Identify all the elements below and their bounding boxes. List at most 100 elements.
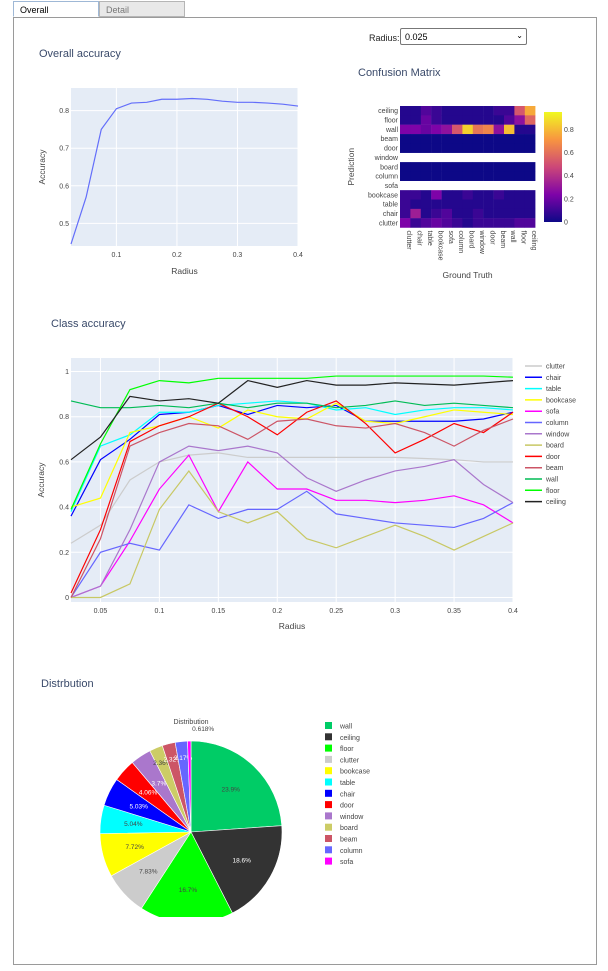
heatmap-cell (420, 199, 432, 210)
heatmap-cell (462, 162, 473, 172)
legend-item-floor[interactable]: floor (325, 744, 354, 754)
heatmap-cell (452, 171, 463, 181)
legend-item-board[interactable]: board (325, 823, 358, 833)
class-accuracy-chart: 0.05 0.1 0.15 0.2 0.25 0.3 0.35 0.4 0 0.2 0.4 0.6 0.… (36, 358, 576, 631)
legend-item-bookcase[interactable]: bookcase (325, 767, 370, 776)
confusion-matrix-title: Confusion Matrix (358, 67, 441, 79)
pie-title: Distribution (173, 719, 208, 726)
col-label: beam (499, 231, 506, 249)
heatmap-cell (493, 199, 505, 210)
legend-label: door (340, 803, 355, 810)
legend-item-board[interactable]: board (525, 443, 564, 450)
pie-slice-label: 18.6% (232, 858, 251, 865)
legend-item-column[interactable]: column (325, 846, 363, 855)
heatmap-cell (462, 143, 473, 153)
legend-item-ceiling[interactable]: ceiling (325, 733, 360, 742)
legend-item-chair[interactable]: chair (525, 375, 562, 382)
heatmap-cell (514, 171, 525, 181)
legend-item-column[interactable]: column (525, 420, 569, 427)
heatmap-cell (524, 199, 536, 210)
legend-item-beam[interactable]: beam (325, 835, 358, 844)
radius-label: Radius: (369, 33, 400, 43)
x-tick-label: 0.15 (212, 608, 226, 615)
heatmap-cell (504, 162, 515, 172)
legend-item-wall[interactable]: wall (525, 477, 559, 484)
heatmap-cell (483, 199, 494, 210)
heatmap-cell (410, 134, 421, 144)
legend-label: table (546, 386, 561, 393)
plot-area (71, 88, 298, 246)
heatmap-cell (493, 190, 505, 200)
heatmap-cell (420, 190, 432, 200)
legend-swatch (325, 789, 332, 797)
heatmap-cell (441, 162, 453, 172)
heatmap-cell (462, 208, 473, 219)
legend-item-clutter[interactable]: clutter (325, 755, 360, 765)
legend-item-table[interactable]: table (525, 386, 561, 393)
legend-swatch (325, 823, 332, 831)
row-label: clutter (379, 220, 399, 227)
heatmap-cell (524, 124, 536, 135)
legend-item-table[interactable]: table (325, 778, 355, 788)
heatmap-cell (441, 218, 453, 228)
heatmap-cell (420, 162, 432, 172)
legend-item-door[interactable]: door (325, 801, 355, 810)
legend-label: chair (340, 791, 356, 798)
heatmap-cell (462, 134, 473, 144)
legend-item-window[interactable]: window (325, 812, 364, 821)
tab-detail[interactable]: Detail (99, 1, 185, 17)
legend-item-ceiling[interactable]: ceiling (525, 499, 566, 506)
legend-item-wall[interactable]: wall (325, 722, 353, 731)
heatmap-cell (400, 124, 411, 135)
legend-label: window (339, 814, 364, 821)
radius-select[interactable]: 0.025 ⌄ (400, 28, 527, 45)
colorbar-tick-label: 0 (564, 220, 568, 227)
legend-label: sofa (546, 409, 559, 416)
heatmap-cell (441, 190, 453, 200)
legend-item-beam[interactable]: beam (525, 465, 564, 472)
heatmap-cell (431, 115, 442, 125)
class-accuracy-title: Class accuracy (51, 318, 126, 330)
heatmap-cell (493, 218, 505, 228)
legend-item-bookcase[interactable]: bookcase (525, 397, 576, 404)
legend-item-door[interactable]: door (525, 454, 561, 461)
heatmap-cell (420, 208, 432, 219)
heatmap-cell (504, 218, 515, 228)
legend-item-clutter[interactable]: clutter (525, 364, 566, 371)
heatmap-cell (472, 106, 484, 116)
legend-label: ceiling (546, 499, 566, 506)
heatmap-cell (420, 143, 432, 153)
legend-swatch (325, 722, 332, 729)
heatmap-cell (410, 171, 421, 181)
legend-label: ceiling (340, 735, 360, 742)
row-label: wall (385, 127, 399, 134)
legend-item-chair[interactable]: chair (325, 789, 356, 799)
heatmap-cell (493, 134, 505, 144)
legend-item-sofa[interactable]: sofa (525, 409, 559, 416)
x-tick-label: 0.3 (233, 252, 243, 259)
heatmap-cell (462, 115, 473, 125)
heatmap-cell (441, 208, 453, 219)
pie-slice-label: 7.72% (126, 844, 145, 851)
heatmap-cell (462, 199, 473, 210)
heatmap-cell (420, 115, 432, 125)
heatmap-cell (400, 171, 411, 181)
heatmap-cell (524, 143, 536, 153)
heatmap-cell (452, 134, 463, 144)
tab-bar: Overall Detail (13, 1, 598, 18)
legend-item-sofa[interactable]: sofa (325, 857, 353, 867)
heatmap-cell (431, 134, 442, 144)
heatmap-cell (472, 208, 484, 219)
legend-swatch (325, 801, 332, 809)
x-axis-label: Radius (171, 266, 197, 276)
colorbar-tick-label: 0.4 (564, 173, 574, 180)
legend-item-floor[interactable]: floor (525, 488, 560, 495)
heatmap-cell (431, 171, 442, 181)
tab-overall[interactable]: Overall (13, 1, 99, 17)
legend-item-window[interactable]: window (525, 431, 570, 438)
heatmap-cell (400, 134, 411, 144)
heatmap-cell (410, 106, 421, 116)
pie-slice-label: 3.7% (151, 780, 166, 787)
heatmap-cell (400, 143, 411, 153)
legend-label: board (340, 825, 358, 832)
